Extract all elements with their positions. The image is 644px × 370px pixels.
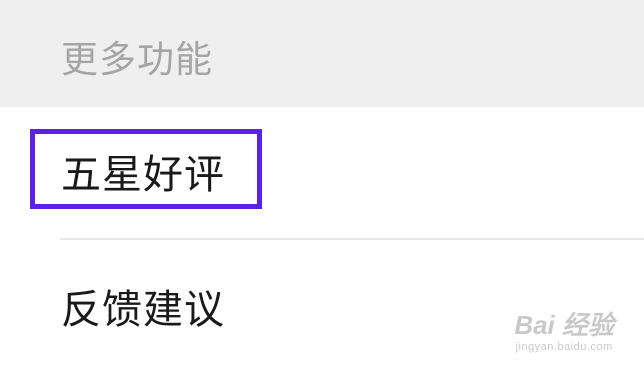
five-star-rating-label: 五星好评 [61,152,225,198]
section-title: 更多功能 [61,38,213,81]
section-header: 更多功能 [0,0,644,107]
list-item-five-star-rating[interactable]: 五星好评 [0,107,644,237]
watermark-logo-text: Bai 经验 [514,310,614,340]
feedback-label: 反馈建议 [61,287,225,333]
baidu-jingyan-watermark: Bai 经验 jingyan.baidu.com [514,310,614,354]
watermark-url: jingyan.baidu.com [515,341,613,353]
